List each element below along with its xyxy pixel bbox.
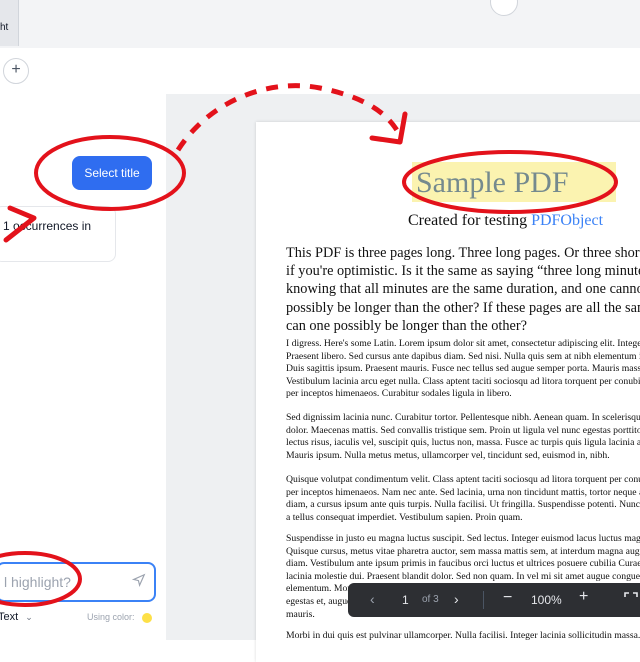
pdf-title: Sample PDF [416, 166, 569, 199]
zoom-level: 100% [531, 593, 562, 607]
body-paragraph: Morbi in dui quis est pulvinar ullamcorp… [286, 630, 640, 641]
subtitle-text: Created for testing [408, 212, 532, 229]
send-icon[interactable] [132, 573, 146, 587]
body-paragraph: Quisque volutpat condimentum velit. Clas… [286, 474, 640, 523]
select-title-button[interactable]: Select title [72, 156, 152, 190]
profile-avatar[interactable] [490, 0, 518, 16]
pdf-page: Sample PDF Created for testing PDFObject… [256, 122, 640, 662]
body-paragraph: I digress. Here's some Latin. Lorem ipsu… [286, 338, 640, 400]
browser-tab-bar: ht [0, 0, 640, 49]
fullscreen-icon[interactable] [624, 592, 638, 606]
chat-input[interactable]: l highlight? [0, 562, 156, 602]
using-color-label: Using color: [87, 612, 135, 622]
intro-paragraph: This PDF is three pages long. Three long… [286, 245, 640, 334]
occurrences-text: 1 occurrences in [3, 219, 92, 233]
chat-placeholder: l highlight? [4, 574, 71, 590]
page-toolbar: ‹ 1 of 3 › − 100% + [348, 583, 640, 617]
add-tab-button[interactable]: + [3, 58, 29, 84]
highlight-color-swatch[interactable] [142, 613, 152, 623]
tab-label: ht [0, 22, 9, 33]
pdfobject-link[interactable]: PDFObject [531, 212, 603, 229]
body-paragraph: Sed dignissim lacinia nunc. Curabitur to… [286, 412, 640, 461]
toolbar [0, 48, 640, 95]
next-page-icon[interactable]: › [454, 591, 459, 607]
mode-label: Text [0, 611, 19, 623]
result-card[interactable]: 1 occurrences in [0, 206, 116, 262]
browser-tab[interactable]: ht [0, 0, 19, 46]
prev-page-icon[interactable]: ‹ [370, 591, 375, 607]
zoom-out-icon[interactable]: − [503, 589, 512, 607]
mode-select[interactable]: Text ⌄ [0, 611, 33, 623]
zoom-in-icon[interactable]: + [579, 588, 588, 606]
toolbar-divider [483, 591, 484, 609]
page-number-input[interactable]: 1 [402, 593, 409, 607]
chevron-down-icon: ⌄ [25, 612, 33, 622]
page-count: of 3 [422, 594, 439, 605]
pdf-subtitle: Created for testing PDFObject [408, 212, 603, 230]
